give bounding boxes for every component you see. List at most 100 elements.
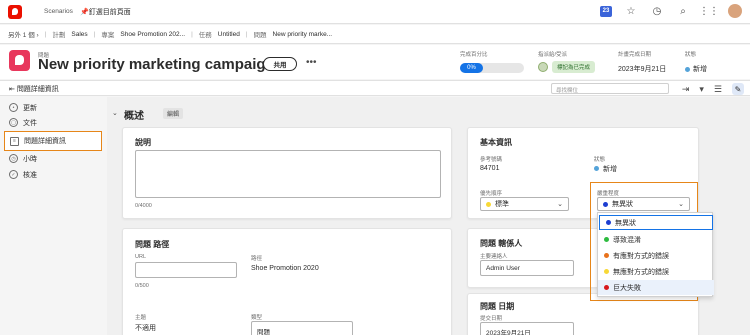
breadcrumb: 另外 1 個 › | 計劃 Sales | 專案 Shoe Promotion … <box>0 25 750 44</box>
apps-grid-icon[interactable]: ⋮⋮ <box>699 4 719 18</box>
dates-card-title: 問題 日期 <box>480 302 515 311</box>
description-textarea[interactable] <box>135 150 441 198</box>
breadcrumb-link-task[interactable]: Untitled <box>218 31 240 38</box>
status-field-label: 狀態 <box>594 157 606 163</box>
status-field-value[interactable]: 新增 <box>594 164 617 174</box>
owner-field[interactable]: 標記為已完成 <box>538 61 596 73</box>
requester-input[interactable]: Admin User <box>480 260 574 276</box>
nav-item-approvals[interactable]: ✓ 核准 <box>4 167 102 182</box>
breadcrumb-more[interactable]: 另外 1 個 › <box>8 29 39 39</box>
type-label: 類型 <box>251 315 263 321</box>
scenarios-link[interactable]: Scenarios <box>44 8 73 15</box>
priority-label: 優先順序 <box>480 191 503 197</box>
edit-section-button[interactable]: 編輯 <box>163 108 184 119</box>
edit-pencil-icon[interactable]: ✎ <box>732 83 744 95</box>
severity-option[interactable]: 導致混淆 <box>598 232 714 247</box>
priority-select[interactable]: 標準 ⌄ <box>480 197 569 211</box>
description-card: 說明 0/4000 <box>122 127 452 219</box>
breadcrumb-type: 任務 <box>198 32 212 39</box>
requester-label: 主要連絡人 <box>480 254 508 260</box>
nav-item-updates[interactable]: • 更新 <box>4 100 102 115</box>
owner-avatar <box>538 62 548 72</box>
url-label: URL <box>135 254 147 260</box>
percent-complete-fill: 0% <box>460 63 484 73</box>
nav-item-label: 文件 <box>23 119 37 127</box>
priority-value: 標準 <box>495 201 509 208</box>
nav-item-issue-details[interactable]: ≡ 問題詳細資訊 <box>4 131 102 151</box>
reference-label: 參考號碼 <box>480 157 503 163</box>
entry-date-label: 提交日期 <box>480 316 503 322</box>
option-dot <box>604 237 609 242</box>
chevron-down-icon[interactable]: ▾ <box>699 84 704 95</box>
severity-option[interactable]: 無異狀 <box>599 215 713 230</box>
approvals-icon: ✓ <box>9 170 18 179</box>
breadcrumb-link-project[interactable]: Shoe Promotion 202... <box>120 31 185 38</box>
breadcrumb-link-program[interactable]: Sales <box>71 31 87 38</box>
path-label: 路徑 <box>251 256 263 262</box>
topic-value: 不適用 <box>135 325 156 332</box>
collapse-section-icon[interactable]: ⌄ <box>112 109 118 117</box>
chevron-down-icon: ⌄ <box>557 201 563 208</box>
documents-icon: ▢ <box>9 118 18 127</box>
planned-completion-label: 計畫完成日期 <box>618 52 652 58</box>
topic-label: 主題 <box>135 315 147 321</box>
section-title: 概述 <box>124 111 144 122</box>
path-card: 問題 路徑 URL 0/500 路徑 Shoe Promotion 2020 主… <box>122 228 452 335</box>
breadcrumb-type: 計劃 <box>52 32 66 39</box>
collapse-icon[interactable]: ⇥ <box>682 84 690 95</box>
breadcrumb-current: New priority marke... <box>272 30 333 38</box>
status-value[interactable]: 新增 <box>685 64 707 74</box>
breadcrumb-separator: | <box>93 30 96 38</box>
percent-complete-label: 完成百分比 <box>460 52 488 58</box>
planned-completion-value[interactable]: 2023年9月21日 <box>618 64 666 74</box>
status-field-text: 新增 <box>603 166 617 173</box>
option-label: 無異狀 <box>615 219 636 227</box>
basic-info-title: 基本資訊 <box>480 138 512 147</box>
issue-icon <box>9 50 30 71</box>
priority-dot <box>486 201 491 207</box>
severity-option[interactable]: 巨大失敗 <box>598 280 714 295</box>
entry-date-input[interactable]: 2023年9月21日 <box>480 322 574 335</box>
severity-dropdown-menu: 無異狀 導致混淆 有應對方式的錯誤 無應對方式的錯誤 巨大失敗 <box>597 212 714 297</box>
star-icon[interactable]: ☆ <box>624 4 638 18</box>
nav-item-hours[interactable]: ◷ 小時 <box>4 151 102 166</box>
option-dot <box>606 220 611 225</box>
breadcrumb-type: 問題 <box>253 32 267 39</box>
percent-complete-bar[interactable]: 0% <box>460 63 524 73</box>
pin-page-button[interactable]: 📌釘選目前頁面 <box>80 7 131 17</box>
notifications-badge[interactable]: 23 <box>600 5 612 17</box>
nav-item-label: 問題詳細資訊 <box>24 138 66 145</box>
owner-label: 指派給/受派 <box>538 52 568 58</box>
path-value: Shoe Promotion 2020 <box>251 265 319 272</box>
history-icon[interactable]: ◷ <box>650 4 664 18</box>
left-nav: • 更新 ▢ 文件 ≡ 問題詳細資訊 ◷ 小時 ✓ 核准 <box>0 97 107 335</box>
back-to-details[interactable]: ⇤ 問題詳細資訊 <box>9 84 59 94</box>
url-input[interactable] <box>135 262 237 278</box>
description-title: 說明 <box>135 138 151 147</box>
nav-item-label: 小時 <box>23 155 37 163</box>
back-arrow-icon: ⇤ <box>9 86 17 93</box>
app-logo-icon[interactable] <box>8 5 22 19</box>
mark-done-button[interactable]: 標記為已完成 <box>552 61 596 73</box>
severity-option[interactable]: 無應對方式的錯誤 <box>598 264 714 279</box>
list-view-icon[interactable]: ☰ <box>714 84 722 95</box>
severity-option[interactable]: 有應對方式的錯誤 <box>598 248 714 263</box>
field-search-input[interactable]: 尋找欄位 <box>551 83 669 94</box>
breadcrumb-type: 專案 <box>101 32 115 39</box>
breadcrumb-separator: | <box>191 30 193 38</box>
details-toolbar: ⇤ 問題詳細資訊 尋找欄位 ⇥ ▾ ☰ ✎ <box>0 80 750 96</box>
option-label: 導致混淆 <box>613 236 641 244</box>
hours-icon: ◷ <box>9 154 18 163</box>
top-bar: Scenarios 📌釘選目前頁面 23 ☆ ◷ ⌕ ⋮⋮ <box>0 0 750 24</box>
user-avatar[interactable] <box>728 4 742 18</box>
people-card-title: 問題 轄係人 <box>480 239 523 248</box>
details-icon: ≡ <box>10 136 19 146</box>
type-input[interactable]: 問題 <box>251 321 353 335</box>
option-dot <box>604 285 609 290</box>
option-dot <box>604 253 609 258</box>
search-icon[interactable]: ⌕ <box>676 4 690 18</box>
nav-item-documents[interactable]: ▢ 文件 <box>4 115 102 130</box>
more-options-icon[interactable]: ••• <box>306 57 317 68</box>
share-button[interactable]: 共用 <box>263 57 297 71</box>
page-title: New priority marketing campaign <box>38 56 275 73</box>
